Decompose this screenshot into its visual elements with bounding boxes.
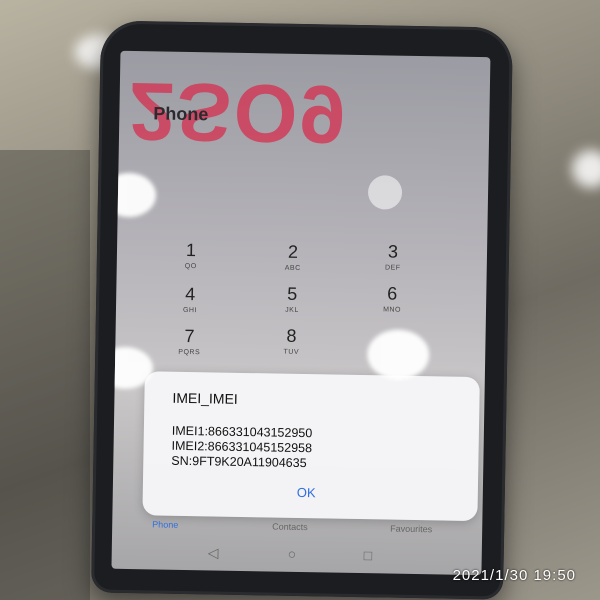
app-title: Phone [153, 103, 209, 125]
tab-phone[interactable]: Phone [152, 519, 178, 529]
dial-key-letters: ABC [284, 264, 301, 272]
back-icon[interactable]: ◁ [208, 544, 219, 561]
dial-key-2[interactable]: 2 ABC [263, 241, 324, 272]
dial-key-letters: DEF [384, 264, 401, 272]
dial-key-digit: 4 [185, 283, 196, 305]
home-icon[interactable]: ○ [288, 546, 297, 562]
ceiling-light [572, 150, 600, 188]
dial-key-letters: QO [184, 262, 197, 271]
phone-screen: 2SO9 Phone 1 QO 2 ABC 3 DEF 4 GHI 5 JKL 6 MNO … [111, 50, 491, 576]
dial-key-letters: PQRS [178, 348, 201, 357]
phone-device: 2SO9 Phone 1 QO 2 ABC 3 DEF 4 GHI 5 JKL 6 MNO … [91, 20, 513, 600]
dial-key-digit: 8 [286, 325, 297, 346]
dial-key-letters: JKL [285, 306, 299, 314]
navigation-bar: ◁ ○ □ [111, 539, 481, 575]
imei2-text: IMEI2:866331045152958 [171, 438, 313, 456]
dial-key-8[interactable]: 8 TUV [261, 325, 322, 356]
light-glare [111, 172, 157, 218]
dial-key-5[interactable]: 5 JKL [262, 283, 323, 314]
imei1-text: IMEI1:866331043152950 [171, 423, 313, 441]
dial-key-letters: GHI [182, 306, 198, 315]
dial-key-7[interactable]: 7 PQRS [159, 326, 220, 357]
dial-key-4[interactable]: 4 GHI [160, 284, 221, 315]
ok-button[interactable]: OK [297, 485, 316, 500]
background-dark-panel [0, 150, 90, 600]
photo-timestamp: 2021/1/30 19:50 [452, 567, 576, 584]
tab-contacts[interactable]: Contacts [272, 522, 308, 533]
dial-key-digit: 6 [387, 283, 398, 304]
tab-favourites[interactable]: Favourites [390, 524, 432, 535]
dial-key-digit: 1 [185, 239, 197, 261]
dial-key-letters: MNO [383, 306, 401, 314]
dialog-title: IMEI_IMEI [172, 389, 238, 407]
bottom-tabs: Phone Contacts Favourites [112, 519, 482, 541]
recents-icon[interactable]: □ [364, 547, 373, 563]
dial-key-3[interactable]: 3 DEF [363, 241, 424, 272]
serial-number-text: SN:9FT9K20A11904635 [171, 453, 307, 471]
dial-key-1[interactable]: 1 QO [161, 240, 222, 271]
dial-key-digit: 3 [387, 241, 399, 262]
search-icon[interactable] [367, 175, 403, 210]
dial-key-digit: 2 [287, 241, 299, 262]
dial-key-6[interactable]: 6 MNO [362, 283, 423, 314]
dial-key-digit: 7 [184, 325, 195, 347]
light-glare [366, 329, 430, 381]
dial-key-digit: 5 [287, 283, 298, 304]
dial-key-letters: TUV [283, 348, 300, 356]
imei-dialog: IMEI_IMEI IMEI1:866331043152950 IMEI2:86… [142, 371, 480, 522]
